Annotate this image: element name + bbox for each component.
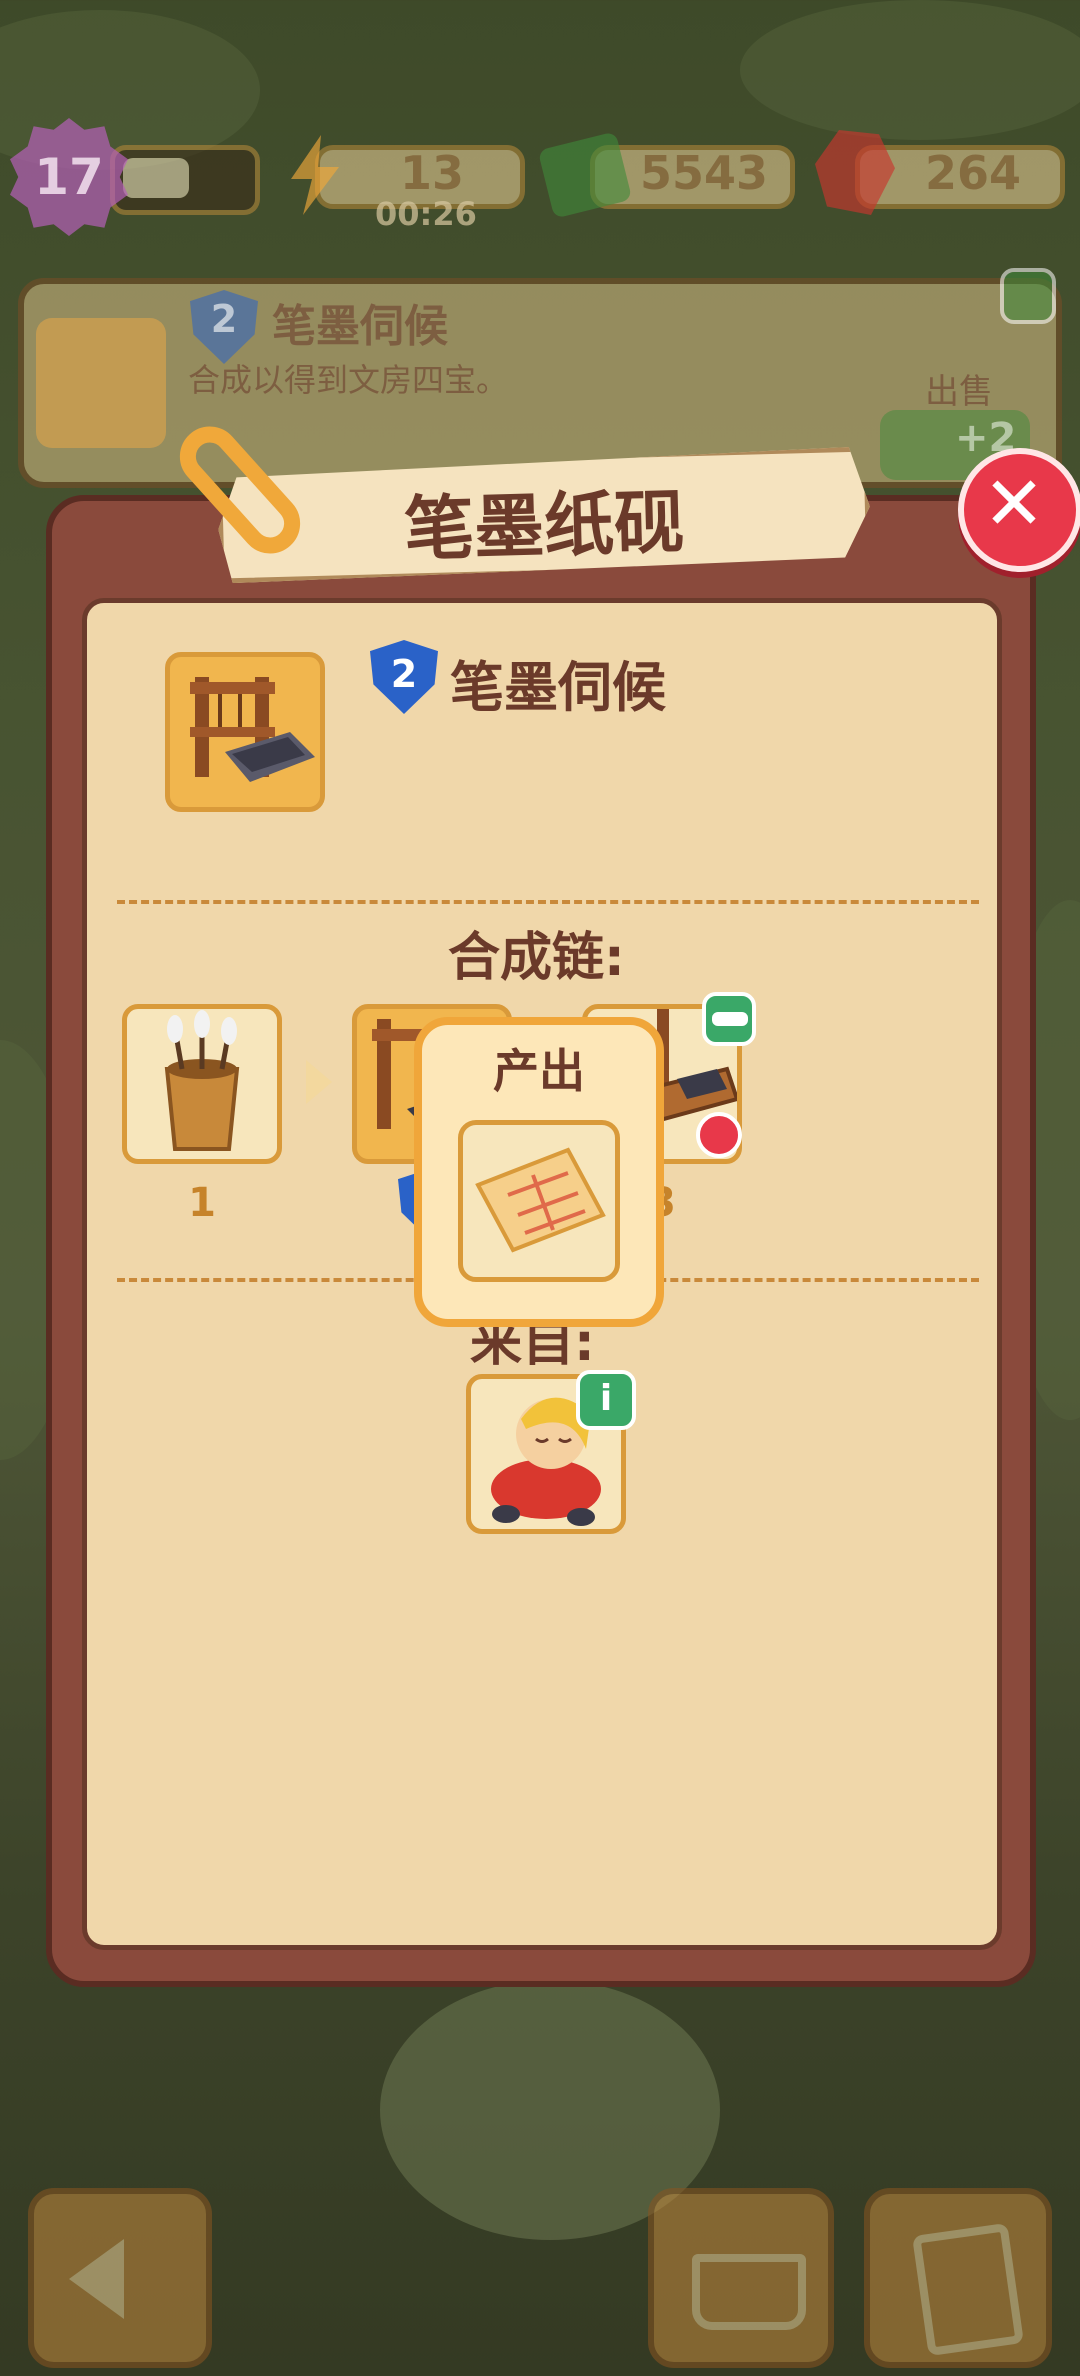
quest-description: 合成以得到文房四宝。 (188, 361, 509, 399)
energy-timer: 00:26 (375, 195, 477, 233)
chain-label: 合成链: (448, 928, 625, 988)
chain-arrow-icon (306, 1060, 332, 1104)
brush-rack-inkstone-icon (190, 677, 315, 782)
shop-button[interactable] (648, 2188, 834, 2368)
paper-sheet-icon (475, 1147, 606, 1253)
tasks-button[interactable] (864, 2188, 1052, 2368)
divider-top (117, 900, 979, 904)
sell-label: 出售 (925, 372, 993, 412)
close-icon[interactable]: ✕ (958, 448, 1070, 560)
basket-icon (692, 2254, 806, 2330)
current-item-tile (165, 652, 325, 812)
clipboard-icon (912, 2222, 1024, 2357)
item-name: 笔墨伺候 (450, 656, 666, 719)
item-level: 2 (390, 652, 418, 696)
chain-item-1[interactable] (122, 1004, 282, 1164)
cash-count: 5543 (640, 146, 769, 200)
quest-info-icon[interactable] (1000, 268, 1056, 324)
source-info-icon[interactable]: i (576, 1370, 636, 1430)
crown-icon (696, 1112, 742, 1158)
modal-title: 笔墨纸砚 (403, 481, 686, 571)
xp-fill (123, 158, 189, 198)
player-level: 17 (34, 148, 104, 206)
brush-pot-icon (164, 1010, 240, 1151)
quest-item-icon (36, 318, 166, 448)
chain-item-3-more-icon[interactable] (702, 992, 756, 1046)
back-button[interactable] (28, 2188, 212, 2368)
chain-number-1: 1 (188, 1180, 216, 1226)
quest-name: 笔墨伺候 (272, 301, 448, 352)
gems-count: 264 (925, 146, 1022, 200)
quest-level: 2 (210, 297, 238, 341)
energy-count: 13 (400, 146, 465, 200)
output-item-tile[interactable] (458, 1120, 620, 1282)
popup-title: 产出 (493, 1044, 585, 1098)
xp-bar (110, 145, 260, 215)
back-arrow-icon (69, 2239, 124, 2319)
